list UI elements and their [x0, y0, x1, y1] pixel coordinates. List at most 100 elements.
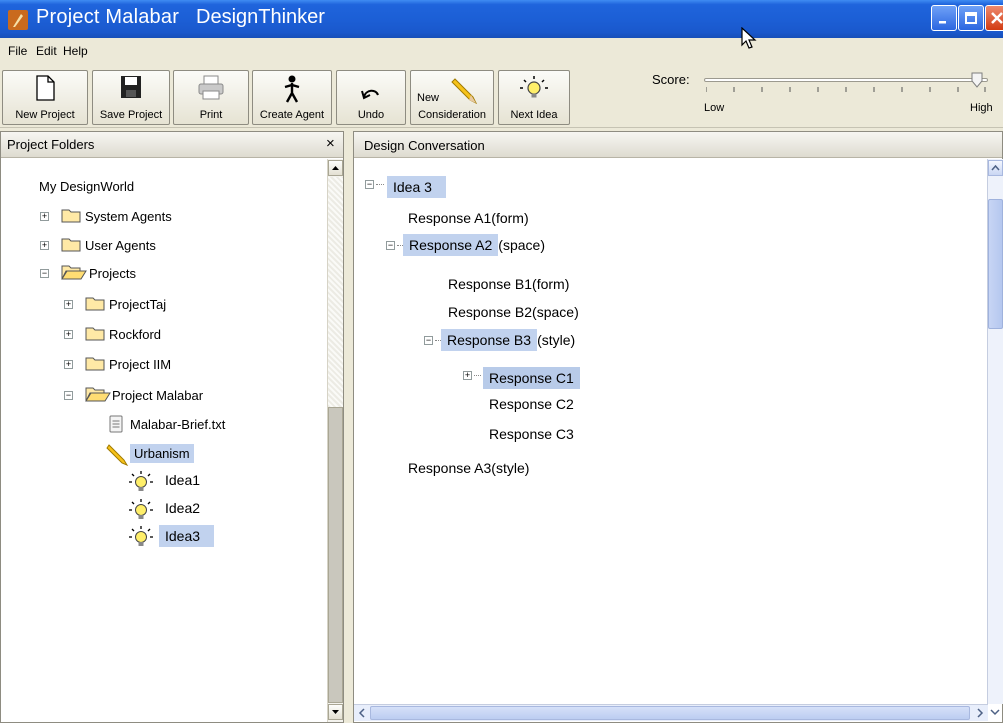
- tree-projects[interactable]: Projects: [89, 266, 136, 281]
- tree-root[interactable]: My DesignWorld: [39, 179, 134, 194]
- next-idea-label: Next Idea: [510, 109, 558, 121]
- arrow-up-icon: [991, 164, 1000, 171]
- expand-response-c1[interactable]: +: [463, 371, 472, 380]
- menu-help[interactable]: Help: [63, 44, 88, 58]
- next-idea-button[interactable]: Next Idea: [498, 70, 570, 125]
- create-agent-label: Create Agent: [259, 109, 325, 121]
- mouse-cursor-icon: [741, 27, 757, 49]
- conv-response-b1[interactable]: Response B1(form): [448, 276, 569, 292]
- app-feather-icon: [8, 10, 28, 30]
- save-disk-icon: [121, 76, 141, 98]
- close-panel-icon[interactable]: ×: [326, 135, 335, 152]
- tree-idea1[interactable]: Idea1: [165, 472, 200, 488]
- tree-idea2[interactable]: Idea2: [165, 500, 200, 516]
- score-slider-track[interactable]: [704, 78, 988, 82]
- lightbulb-icon: [129, 526, 153, 546]
- conv-response-c1[interactable]: Response C1: [483, 367, 580, 389]
- lightbulb-icon: [129, 499, 153, 519]
- expand-rockford[interactable]: +: [64, 330, 73, 339]
- tree-project-iim[interactable]: Project IIM: [109, 357, 171, 372]
- new-project-label: New Project: [15, 109, 75, 121]
- conv-response-b3-highlight: Response B3: [441, 329, 538, 351]
- tree-rockford[interactable]: Rockford: [109, 327, 161, 342]
- print-button[interactable]: Print: [173, 70, 249, 125]
- conv-response-b2[interactable]: Response B2(space): [448, 304, 579, 320]
- expand-project-taj[interactable]: +: [64, 300, 73, 309]
- menu-edit[interactable]: Edit: [36, 44, 57, 58]
- printer-icon: [198, 75, 224, 100]
- arrow-right-icon[interactable]: [974, 707, 986, 719]
- tree-idea3[interactable]: Idea3: [159, 525, 215, 547]
- conv-response-c2[interactable]: Response C2: [489, 396, 574, 412]
- person-icon: [284, 75, 300, 103]
- maximize-icon: [965, 12, 977, 24]
- project-folders-title: Project Folders: [7, 137, 95, 152]
- arrow-down-icon[interactable]: [989, 706, 1001, 718]
- expand-system-agents[interactable]: +: [40, 212, 49, 221]
- tree-brief-file[interactable]: Malabar-Brief.txt: [130, 417, 225, 432]
- scrollbar-track[interactable]: [328, 177, 343, 407]
- lightbulb-icon: [520, 76, 548, 98]
- new-consideration-button[interactable]: New Consideration: [410, 70, 494, 125]
- score-ticks: [706, 87, 986, 92]
- project-tree: My DesignWorld + System Agents + User Ag…: [1, 159, 327, 722]
- score-slider-thumb[interactable]: [971, 72, 983, 88]
- left-vertical-scrollbar[interactable]: [327, 159, 343, 722]
- minimize-button[interactable]: [931, 5, 957, 31]
- scrollbar-thumb[interactable]: [328, 407, 343, 703]
- tree-user-agents[interactable]: User Agents: [85, 238, 156, 253]
- collapse-projects[interactable]: −: [40, 269, 49, 278]
- toolbar: New Project Save Project Print Create Ag…: [0, 64, 1003, 128]
- conv-response-a2-type: (space): [498, 237, 545, 253]
- save-project-button[interactable]: Save Project: [92, 70, 170, 125]
- conv-response-a3[interactable]: Response A3(style): [408, 460, 529, 476]
- tree-urbanism[interactable]: Urbanism: [130, 444, 194, 463]
- tree-connector: [474, 375, 481, 376]
- folder-icon: [85, 357, 105, 371]
- conv-response-a2[interactable]: Response A2 (space): [403, 234, 545, 256]
- design-conversation-panel: Design Conversation − Idea 3 Response A1…: [353, 131, 1003, 723]
- create-agent-button[interactable]: Create Agent: [252, 70, 332, 125]
- collapse-response-b3[interactable]: −: [424, 336, 433, 345]
- conv-response-b3[interactable]: Response B3 (style): [441, 329, 575, 351]
- lightbulb-icon: [129, 471, 153, 491]
- horizontal-scrollbar-thumb[interactable]: [370, 706, 970, 720]
- design-conversation-title: Design Conversation: [364, 138, 485, 153]
- scrollbar-thumb[interactable]: [988, 199, 1003, 329]
- print-label: Print: [199, 109, 223, 121]
- title-bar[interactable]: Project Malabar DesignThinker: [0, 0, 1003, 38]
- horizontal-scrollbar[interactable]: [354, 704, 988, 721]
- tree-project-taj[interactable]: ProjectTaj: [109, 297, 166, 312]
- text-file-icon: [109, 415, 123, 433]
- conv-response-c3[interactable]: Response C3: [489, 426, 574, 442]
- folder-icon: [61, 209, 81, 223]
- scroll-up-button[interactable]: [988, 160, 1003, 176]
- arrow-down-icon: [332, 710, 339, 714]
- open-folder-icon: [85, 387, 111, 402]
- window-title: Project Malabar: [36, 6, 180, 28]
- scroll-up-button[interactable]: [328, 160, 343, 176]
- expand-project-iim[interactable]: +: [64, 360, 73, 369]
- tree-project-malabar[interactable]: Project Malabar: [112, 388, 203, 403]
- tree-system-agents[interactable]: System Agents: [85, 209, 172, 224]
- minimize-icon: [939, 21, 946, 24]
- conv-idea-3[interactable]: Idea 3: [387, 176, 446, 198]
- expand-user-agents[interactable]: +: [40, 241, 49, 250]
- conv-response-a1[interactable]: Response A1(form): [408, 210, 529, 226]
- close-window-button[interactable]: [985, 5, 1003, 31]
- score-low-label: Low: [704, 102, 725, 114]
- right-vertical-scrollbar[interactable]: [987, 159, 1003, 704]
- scroll-down-button[interactable]: [328, 704, 343, 720]
- arrow-left-icon[interactable]: [356, 707, 368, 719]
- collapse-idea-3[interactable]: −: [365, 180, 374, 189]
- arrow-up-icon: [332, 166, 339, 170]
- new-project-button[interactable]: New Project: [2, 70, 88, 125]
- design-conversation-header: Design Conversation: [354, 132, 1002, 158]
- maximize-button[interactable]: [958, 5, 984, 31]
- folder-icon: [85, 327, 105, 341]
- menu-file[interactable]: File: [8, 44, 27, 58]
- new-consideration-label-1: New: [417, 92, 440, 104]
- collapse-project-malabar[interactable]: −: [64, 391, 73, 400]
- collapse-response-a2[interactable]: −: [386, 241, 395, 250]
- undo-button[interactable]: Undo: [336, 70, 406, 125]
